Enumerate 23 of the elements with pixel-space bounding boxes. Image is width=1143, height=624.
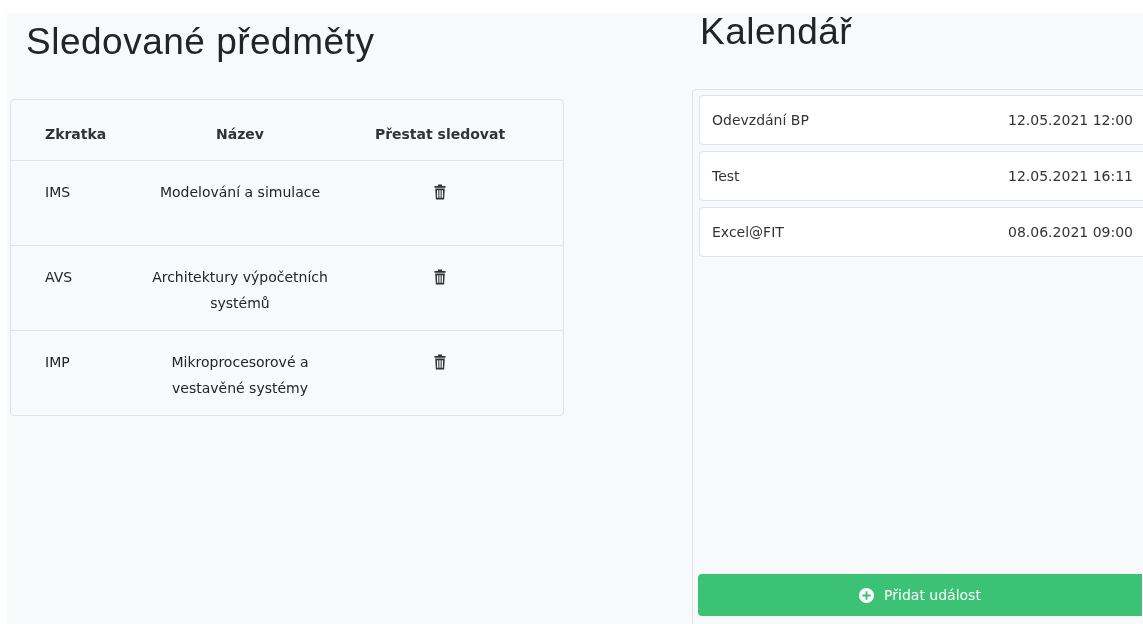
column-header: Přestat sledovat <box>373 125 507 144</box>
event-date: 12.05.2021 12:00 <box>1008 112 1133 128</box>
trash-icon[interactable] <box>434 354 446 370</box>
event-item[interactable]: Test 12.05.2021 16:11 <box>699 151 1143 201</box>
event-date: 08.06.2021 09:00 <box>1008 224 1133 240</box>
event-item[interactable]: Odevzdání BP 12.05.2021 12:00 <box>699 95 1143 145</box>
event-item[interactable]: Excel@FIT 08.06.2021 09:00 <box>699 207 1143 257</box>
column-header: Název <box>215 125 265 144</box>
table-cell-text: IMP <box>45 353 71 372</box>
page-title: Sledované předměty <box>26 20 376 64</box>
trash-icon[interactable] <box>434 269 446 285</box>
table-cell-text: IMS <box>45 183 72 202</box>
calendar-title: Kalendář <box>700 13 854 54</box>
column-header: Zkratka <box>45 125 105 144</box>
event-name: Test <box>712 168 740 184</box>
table-cell-text: Modelování a simulace <box>158 183 322 202</box>
trash-icon[interactable] <box>434 184 446 200</box>
table-cell-text: AVS <box>45 268 74 287</box>
event-name: Odevzdání BP <box>712 112 809 128</box>
table-cell-text: Mikroprocesorové a vestavěné systémy <box>170 353 310 398</box>
event-name: Excel@FIT <box>712 224 784 240</box>
table-cell-text: Architektury výpočetních systémů <box>151 268 329 313</box>
event-date: 12.05.2021 16:11 <box>1008 168 1133 184</box>
